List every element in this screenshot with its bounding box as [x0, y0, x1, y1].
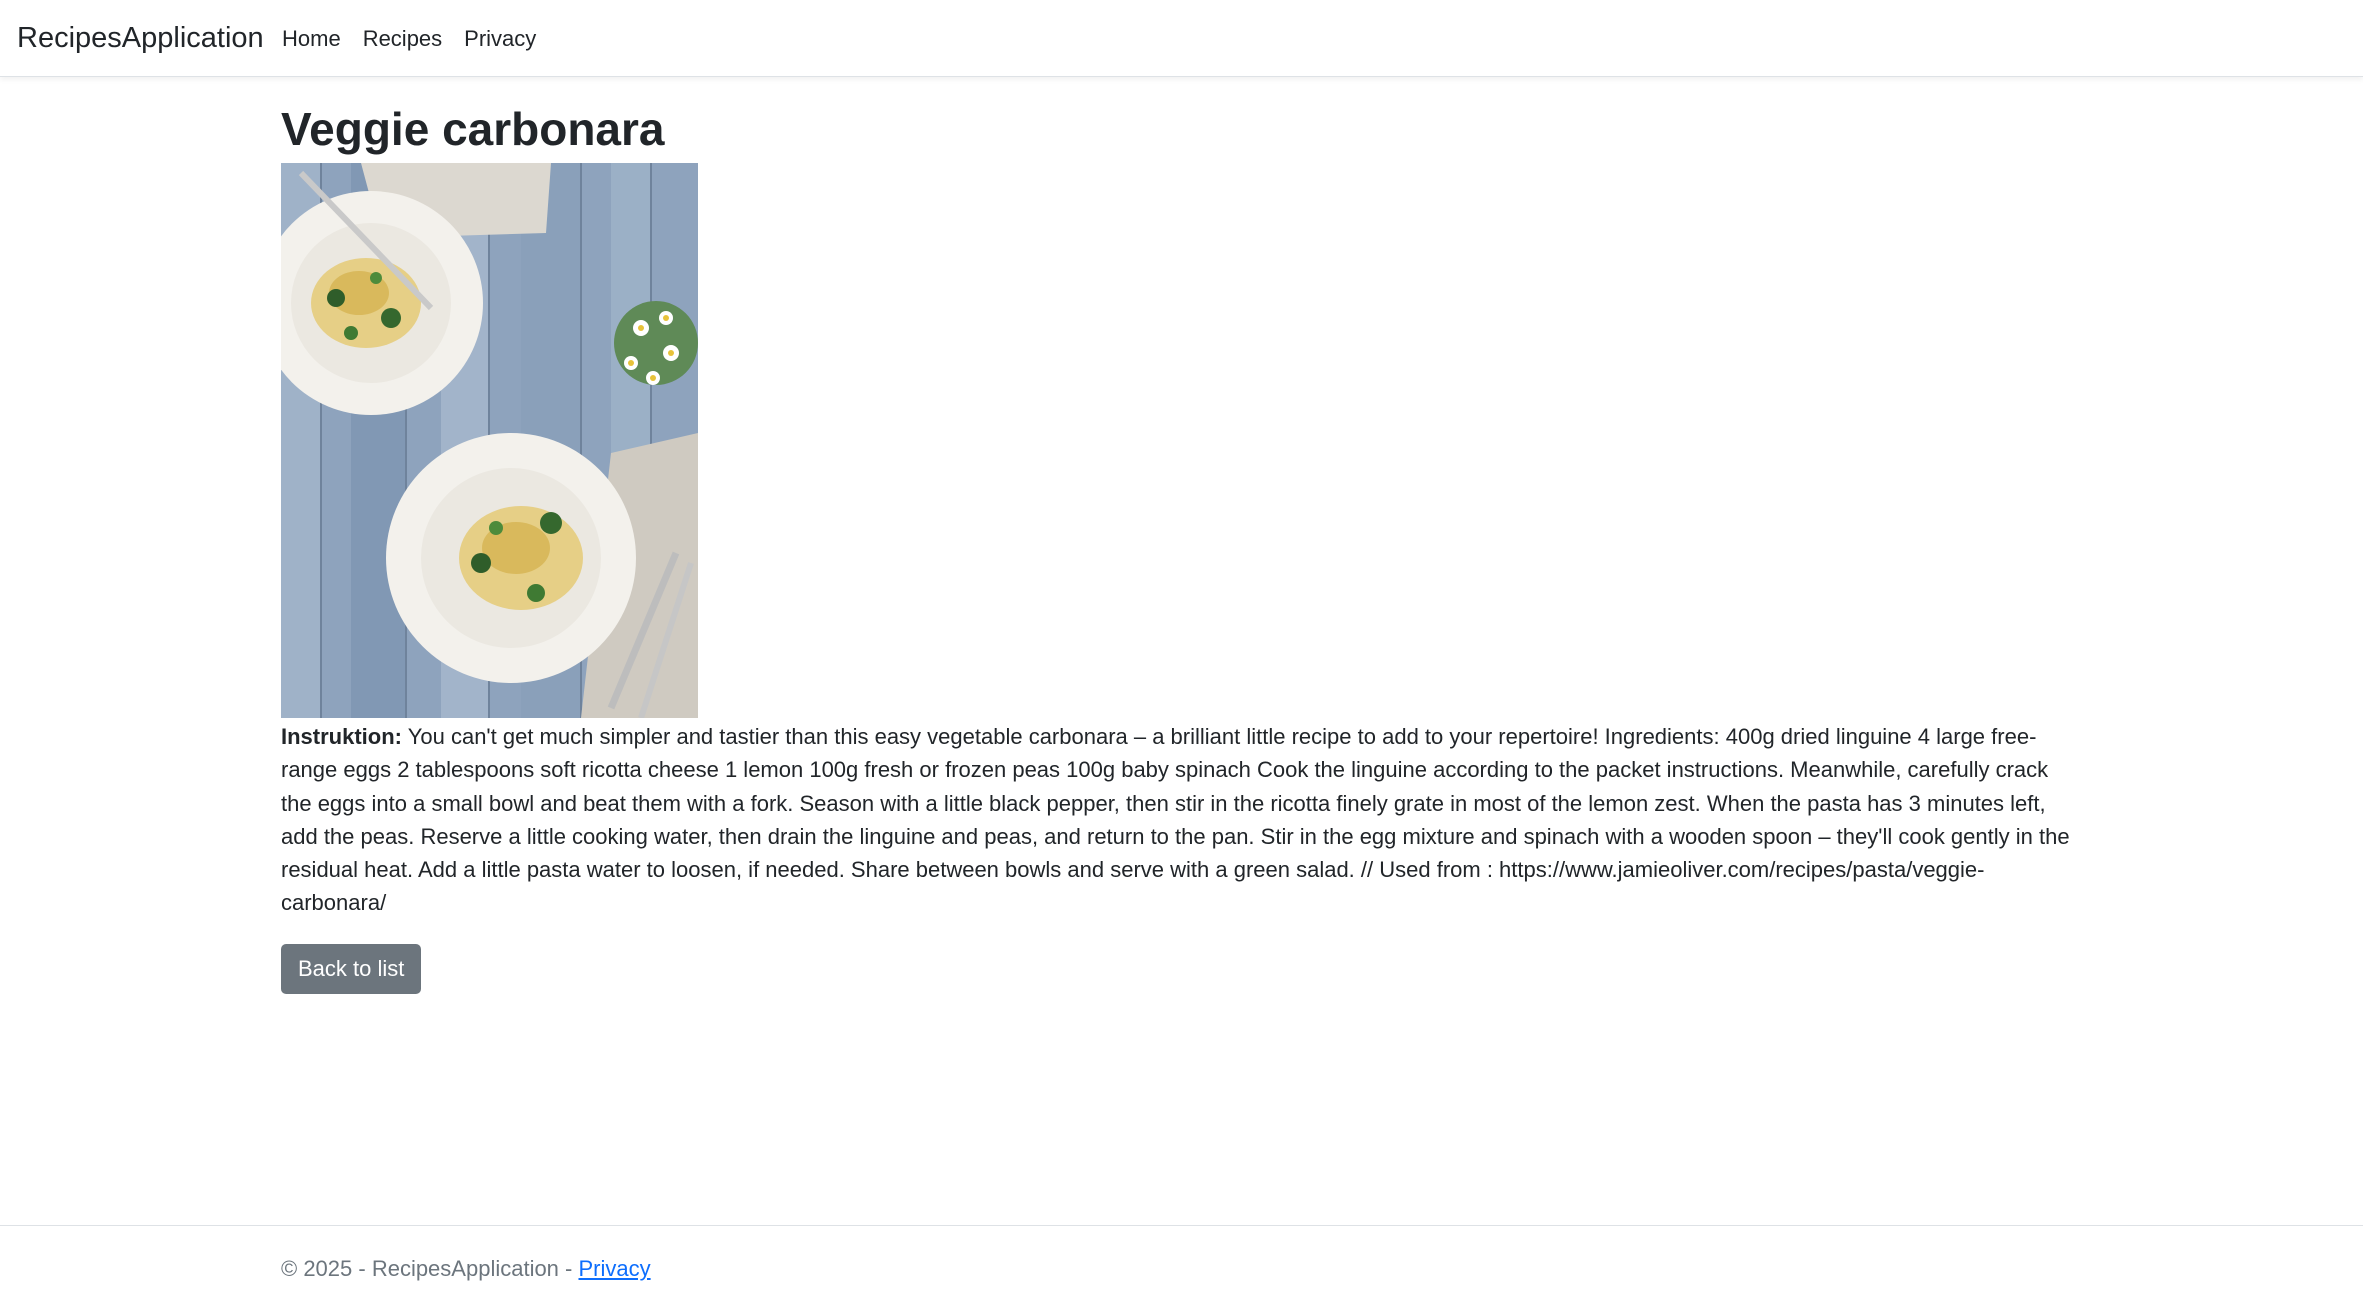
back-to-list-button[interactable]: Back to list	[281, 943, 422, 994]
top-navbar: RecipesApplication Home Recipes Privacy	[0, 0, 2363, 77]
instructions-label: Instruktion:	[281, 724, 402, 749]
recipe-instructions: Instruktion: You can't get much simpler …	[281, 720, 2081, 920]
nav-recipes-link[interactable]: Recipes	[363, 26, 442, 52]
recipe-details: Veggie carbonara Instruktion: You can't …	[281, 100, 2081, 994]
page-title: Veggie carbonara	[281, 103, 665, 155]
nav-home-link[interactable]: Home	[282, 26, 341, 52]
footer-privacy-link[interactable]: Privacy	[578, 1256, 650, 1281]
footer-text: © 2025 - RecipesApplication - Privacy	[281, 1256, 651, 1282]
brand-link[interactable]: RecipesApplication	[17, 22, 264, 55]
nav-links: Home Recipes Privacy	[282, 26, 558, 52]
instructions-text: You can't get much simpler and tastier t…	[281, 724, 2070, 916]
footer: © 2025 - RecipesApplication - Privacy	[0, 1225, 2363, 1308]
nav-privacy-link[interactable]: Privacy	[464, 26, 536, 52]
footer-copyright: © 2025 - RecipesApplication -	[281, 1256, 579, 1281]
recipe-image	[281, 163, 698, 718]
